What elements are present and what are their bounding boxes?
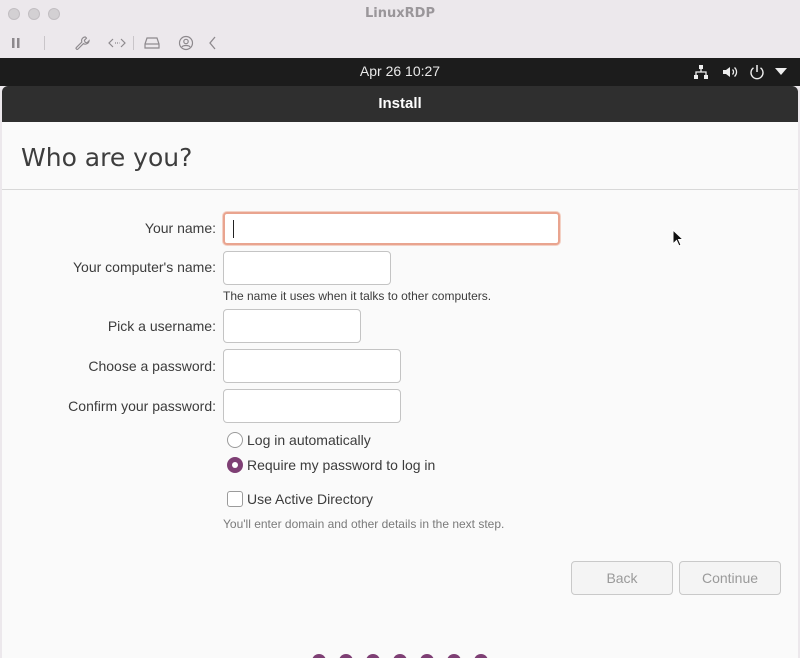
page-title: Who are you?	[21, 143, 193, 172]
wrench-icon[interactable]	[71, 32, 93, 54]
computer-name-input[interactable]	[223, 251, 391, 285]
username-input[interactable]	[223, 309, 361, 343]
progress-dot	[339, 654, 353, 658]
active-directory-checkbox[interactable]	[227, 491, 243, 507]
progress-dot	[447, 654, 461, 658]
active-directory-label[interactable]: Use Active Directory	[247, 491, 373, 507]
installer-title: Install	[378, 95, 422, 112]
progress-dot	[420, 654, 434, 658]
pause-icon[interactable]	[5, 32, 27, 54]
volume-icon[interactable]	[721, 63, 739, 81]
progress-dot	[366, 654, 380, 658]
continue-button[interactable]: Continue	[679, 561, 781, 595]
back-button[interactable]: Back	[571, 561, 673, 595]
header-divider	[2, 189, 798, 190]
chevron-left-icon[interactable]	[202, 32, 224, 54]
progress-dot	[393, 654, 407, 658]
progress-dot	[474, 654, 488, 658]
text-caret	[233, 220, 234, 238]
require-password-radio[interactable]	[227, 457, 243, 473]
login-automatically-radio[interactable]	[227, 432, 243, 448]
password-label: Choose a password:	[88, 358, 216, 374]
code-arrows-icon[interactable]	[106, 32, 128, 54]
toolbar-separator	[44, 36, 45, 50]
clock[interactable]: Apr 26 10:27	[0, 63, 800, 79]
network-icon[interactable]	[692, 63, 710, 81]
active-directory-hint: You'll enter domain and other details in…	[223, 517, 505, 531]
power-icon[interactable]	[748, 63, 766, 81]
mouse-pointer-icon	[672, 228, 685, 252]
require-password-label[interactable]: Require my password to log in	[247, 457, 435, 473]
login-automatically-label[interactable]: Log in automatically	[247, 432, 371, 448]
user-icon[interactable]	[175, 32, 197, 54]
mac-titlebar: LinuxRDP	[0, 0, 800, 28]
drive-icon[interactable]	[141, 32, 163, 54]
dropdown-arrow-icon[interactable]	[772, 63, 790, 81]
confirm-password-input[interactable]	[223, 389, 401, 423]
installer-body: Who are you? Your name: Your computer's …	[2, 122, 798, 658]
computer-name-label: Your computer's name:	[72, 259, 216, 275]
computer-name-hint: The name it uses when it talks to other …	[223, 289, 492, 303]
confirm-password-label: Confirm your password:	[68, 398, 216, 414]
ubuntu-top-bar: Apr 26 10:27	[0, 58, 800, 86]
name-input[interactable]	[223, 212, 560, 245]
username-label: Pick a username:	[107, 318, 216, 334]
toolbar-separator	[133, 36, 134, 50]
rdp-toolbar	[0, 28, 800, 58]
name-label: Your name:	[144, 220, 216, 236]
password-input[interactable]	[223, 349, 401, 383]
installer-header: Install	[2, 86, 798, 122]
progress-dot	[312, 654, 326, 658]
window-title: LinuxRDP	[365, 6, 435, 21]
